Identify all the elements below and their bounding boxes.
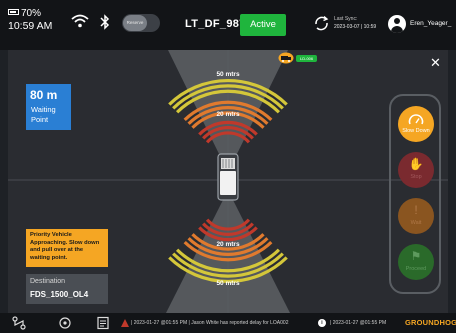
alert-icon bbox=[121, 319, 129, 327]
waiting-point-card: 80 m Waiting Point bbox=[26, 84, 71, 130]
speedometer-icon bbox=[408, 114, 424, 125]
battery-indicator: 70% bbox=[8, 8, 41, 19]
wait-label: Wait bbox=[410, 220, 422, 226]
vehicle-id: LT_DF_987 bbox=[185, 18, 246, 30]
avatar-head bbox=[394, 18, 400, 24]
ticker-message-2: | 2023-01-27 @01:55 PM bbox=[330, 320, 387, 326]
proceed-label: Proceed bbox=[405, 266, 427, 272]
close-icon[interactable]: ✕ bbox=[430, 56, 441, 69]
status-badge: Active bbox=[240, 14, 286, 36]
priority-vehicle-id: LD-006 bbox=[296, 55, 318, 62]
destination-card: Destination FDS_1500_OL4 bbox=[26, 274, 108, 304]
destination-label: Destination bbox=[30, 278, 66, 285]
user-avatar[interactable] bbox=[388, 15, 406, 33]
wifi-icon bbox=[71, 14, 89, 28]
waiting-point-label-line1: Waiting bbox=[31, 105, 56, 114]
reserve-toggle-knob: Reserve bbox=[123, 15, 147, 31]
info-icon: i bbox=[318, 319, 326, 327]
last-sync-value: 2023-03-07 | 10:59 bbox=[334, 24, 377, 30]
rear-arcs bbox=[168, 218, 288, 284]
proceed-button[interactable]: ⚑ Proceed bbox=[398, 244, 434, 280]
last-sync-label: Last Sync: bbox=[334, 16, 358, 22]
top-status-bar: 70% 10:59 AM Reserve LT_DF_987 Active La… bbox=[0, 0, 456, 50]
slow-down-button[interactable]: Slow Down bbox=[398, 106, 434, 142]
proximity-map: 50 mtrs 20 mtrs 20 mtrs 50 mtrs LD-006 ✕… bbox=[8, 50, 448, 313]
route-icon[interactable] bbox=[12, 316, 26, 330]
waiting-point-distance: 80 m bbox=[30, 88, 58, 102]
bottom-bar: | 2023-01-27 @01:55 PM | Jason White has… bbox=[0, 313, 456, 333]
avatar-torso bbox=[391, 26, 403, 33]
hand-icon: ✋ bbox=[408, 157, 424, 171]
flag-icon: ⚑ bbox=[410, 249, 422, 263]
exclamation-icon: ! bbox=[414, 203, 418, 217]
sync-icon[interactable] bbox=[313, 15, 330, 32]
stop-button[interactable]: ✋ Stop bbox=[398, 152, 434, 188]
clock: 10:59 AM bbox=[8, 20, 53, 32]
waiting-point-label-line2: Point bbox=[31, 115, 49, 124]
notes-icon[interactable] bbox=[96, 316, 110, 330]
action-panel: Slow Down ✋ Stop ! Wait ⚑ Proceed bbox=[389, 94, 441, 294]
stop-label: Stop bbox=[410, 174, 422, 180]
reserve-toggle[interactable]: Reserve bbox=[122, 14, 160, 32]
user-name[interactable]: Eren_Yeager_ bbox=[410, 20, 451, 27]
rear-outer-distance: 50 mtrs bbox=[216, 280, 240, 287]
slow-down-label: Slow Down bbox=[402, 128, 430, 134]
front-inner-distance: 20 mtrs bbox=[216, 111, 240, 118]
front-outer-distance: 50 mtrs bbox=[216, 71, 240, 78]
destination-value: FDS_1500_OL4 bbox=[30, 290, 89, 299]
priority-vehicle-icon[interactable] bbox=[278, 52, 294, 64]
battery-icon bbox=[8, 9, 19, 15]
battery-level: 70% bbox=[21, 8, 42, 19]
location-target-icon[interactable] bbox=[58, 316, 72, 330]
own-vehicle bbox=[217, 153, 239, 201]
bluetooth-icon[interactable] bbox=[100, 14, 110, 30]
rear-inner-distance: 20 mtrs bbox=[216, 241, 240, 248]
wait-button[interactable]: ! Wait bbox=[398, 198, 434, 234]
ticker-message-1: | 2023-01-27 @01:55 PM | Jason White has… bbox=[131, 320, 289, 326]
brand-logo: GROUNDHOG bbox=[405, 318, 456, 327]
priority-alert: Priority Vehicle Approaching. Slow down … bbox=[26, 229, 108, 267]
